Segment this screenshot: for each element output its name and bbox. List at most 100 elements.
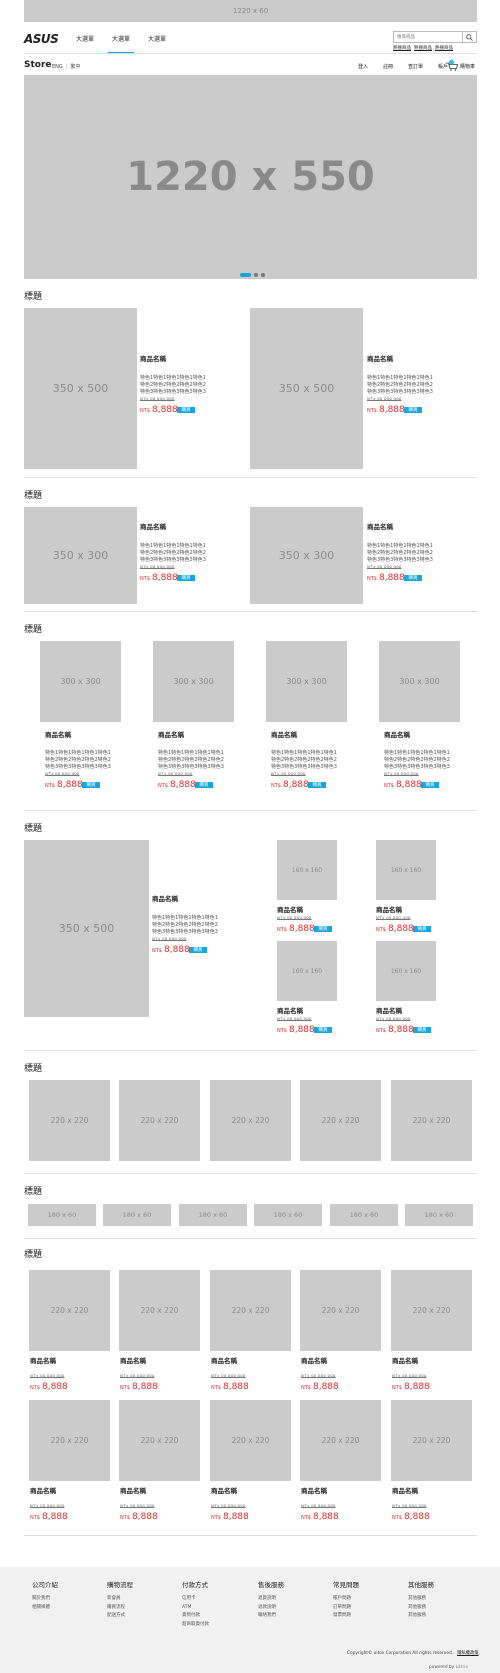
buy-button[interactable]: 購買: [308, 782, 326, 788]
product-image-placeholder[interactable]: 220 x 220: [210, 1080, 291, 1161]
product-image-placeholder[interactable]: 220 x 220: [119, 1270, 200, 1351]
product-image-placeholder[interactable]: 160 x 160: [376, 840, 436, 900]
product-image-placeholder[interactable]: 300 x 300: [40, 641, 121, 722]
product-image-placeholder[interactable]: 350 x 500: [250, 308, 363, 469]
buy-button[interactable]: 購買: [189, 947, 207, 953]
product-image-placeholder[interactable]: 220 x 220: [391, 1080, 472, 1161]
product-image-placeholder[interactable]: 220 x 220: [391, 1270, 472, 1351]
buy-button[interactable]: 購買: [404, 575, 422, 581]
product-image-placeholder[interactable]: 160 x 160: [376, 941, 436, 1001]
buy-button[interactable]: 購買: [314, 926, 332, 932]
buy-button[interactable]: 購買: [82, 782, 100, 788]
hot-link[interactable]: 熱搜商品: [435, 45, 453, 51]
search-input[interactable]: [394, 32, 463, 42]
footer-link[interactable]: 關於我們: [32, 1595, 58, 1604]
product-image-placeholder[interactable]: 220 x 220: [300, 1400, 381, 1481]
nav-item-2[interactable]: 大選單: [108, 34, 135, 54]
cart-icon[interactable]: 0: [446, 60, 459, 71]
hot-link[interactable]: 熱搜商品: [393, 45, 411, 51]
footer-link[interactable]: 發票問題: [333, 1612, 359, 1621]
buy-button[interactable]: 購買: [421, 782, 439, 788]
footer-link[interactable]: 貨到付款: [182, 1612, 209, 1621]
carousel-dot-active[interactable]: [240, 273, 251, 277]
buy-button[interactable]: 購買: [177, 575, 195, 581]
product-name[interactable]: 商品名稱: [367, 353, 393, 363]
carousel-dot[interactable]: [261, 273, 265, 277]
carousel-dot[interactable]: [254, 273, 258, 277]
footer-link[interactable]: 帳戶問題: [333, 1595, 359, 1604]
product-image-placeholder[interactable]: 220 x 220: [210, 1270, 291, 1351]
product-name[interactable]: 商品名稱: [384, 729, 410, 739]
footer-link[interactable]: 其他服務: [408, 1595, 434, 1604]
product-name[interactable]: 商品名稱: [301, 1355, 327, 1365]
footer-link[interactable]: 聯絡我們: [258, 1612, 284, 1621]
footer-link[interactable]: 其他服務: [408, 1604, 434, 1613]
product-name[interactable]: 商品名稱: [211, 1485, 237, 1495]
product-image-placeholder[interactable]: 220 x 220: [29, 1400, 110, 1481]
footer-link[interactable]: ATM: [182, 1604, 209, 1613]
product-image-placeholder[interactable]: 160 x 160: [277, 941, 337, 1001]
product-name[interactable]: 商品名稱: [277, 1005, 303, 1015]
footer-link[interactable]: 購買流程: [107, 1604, 133, 1613]
footer-link[interactable]: 訂單問題: [333, 1604, 359, 1613]
search-button[interactable]: [462, 32, 476, 42]
banner-placeholder[interactable]: 180 x 60: [405, 1204, 473, 1226]
footer-link[interactable]: 退貨說明: [258, 1595, 284, 1604]
product-image-placeholder[interactable]: 350 x 500: [24, 840, 149, 1017]
product-name[interactable]: 商品名稱: [120, 1355, 146, 1365]
product-image-placeholder[interactable]: 220 x 220: [300, 1270, 381, 1351]
footer-link[interactable]: 信用卡: [182, 1595, 209, 1604]
product-name[interactable]: 商品名稱: [376, 1005, 402, 1015]
buy-button[interactable]: 購買: [177, 407, 195, 413]
product-image-placeholder[interactable]: 220 x 220: [391, 1400, 472, 1481]
banner-placeholder[interactable]: 180 x 60: [254, 1204, 322, 1226]
product-name[interactable]: 商品名稱: [392, 1485, 418, 1495]
product-name[interactable]: 商品名稱: [277, 904, 303, 914]
product-name[interactable]: 商品名稱: [158, 729, 184, 739]
product-name[interactable]: 商品名稱: [301, 1485, 327, 1495]
nav-item-1[interactable]: 大選單: [76, 34, 94, 54]
product-name[interactable]: 商品名稱: [140, 521, 166, 531]
footer-link[interactable]: 退款說明: [258, 1604, 284, 1613]
lang-english[interactable]: ENG: [52, 64, 63, 70]
footer-link[interactable]: 其他服務: [408, 1612, 434, 1621]
footer-link[interactable]: 配送方式: [107, 1612, 133, 1621]
buy-button[interactable]: 購買: [413, 926, 431, 932]
product-image-placeholder[interactable]: 160 x 160: [277, 840, 337, 900]
product-name[interactable]: 商品名稱: [367, 521, 393, 531]
footer-link[interactable]: 超商取貨付款: [182, 1621, 209, 1630]
product-name[interactable]: 商品名稱: [271, 729, 297, 739]
banner-placeholder[interactable]: 180 x 60: [103, 1204, 171, 1226]
banner-placeholder[interactable]: 180 x 60: [179, 1204, 247, 1226]
product-image-placeholder[interactable]: 220 x 220: [29, 1080, 110, 1161]
orders-link[interactable]: 查訂單: [408, 63, 423, 70]
asus-logo[interactable]: ASUS: [24, 32, 59, 46]
buy-button[interactable]: 購買: [413, 1027, 431, 1033]
product-name[interactable]: 商品名稱: [211, 1355, 237, 1365]
product-name[interactable]: 商品名稱: [30, 1485, 56, 1495]
register-link[interactable]: 註冊: [383, 63, 393, 70]
buy-button[interactable]: 購買: [195, 782, 213, 788]
buy-button[interactable]: 購買: [404, 407, 422, 413]
hero-banner-placeholder[interactable]: 1220 x 550: [24, 75, 477, 279]
footer-link[interactable]: 相關媒體: [32, 1604, 58, 1613]
product-image-placeholder[interactable]: 350 x 300: [24, 507, 137, 604]
product-image-placeholder[interactable]: 300 x 300: [266, 641, 347, 722]
product-image-placeholder[interactable]: 300 x 300: [153, 641, 234, 722]
product-image-placeholder[interactable]: 220 x 220: [119, 1080, 200, 1161]
product-name[interactable]: 商品名稱: [376, 904, 402, 914]
hot-link[interactable]: 熱搜商品: [414, 45, 432, 51]
banner-placeholder[interactable]: 180 x 60: [330, 1204, 398, 1226]
product-image-placeholder[interactable]: 350 x 500: [24, 308, 137, 469]
product-name[interactable]: 商品名稱: [152, 893, 178, 903]
product-name[interactable]: 商品名稱: [120, 1485, 146, 1495]
nav-item-3[interactable]: 大選單: [148, 34, 166, 54]
privacy-link[interactable]: 隱私權政策: [457, 1651, 478, 1656]
product-image-placeholder[interactable]: 350 x 300: [250, 507, 363, 604]
product-name[interactable]: 商品名稱: [30, 1355, 56, 1365]
banner-placeholder[interactable]: 180 x 60: [28, 1204, 96, 1226]
product-name[interactable]: 商品名稱: [45, 729, 71, 739]
product-image-placeholder[interactable]: 220 x 220: [210, 1400, 291, 1481]
footer-link[interactable]: 新會員: [107, 1595, 133, 1604]
product-image-placeholder[interactable]: 220 x 220: [119, 1400, 200, 1481]
